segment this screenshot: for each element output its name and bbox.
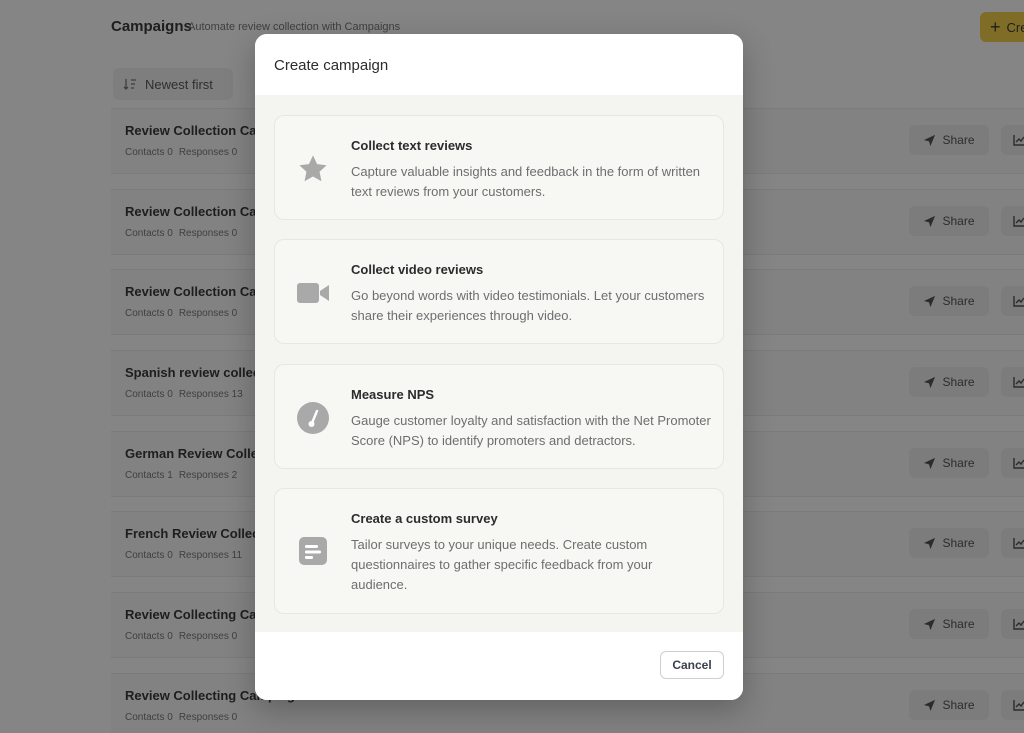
option-description: Gauge customer loyalty and satisfaction …	[351, 413, 711, 448]
modal-footer: Cancel	[255, 632, 743, 700]
option-description: Go beyond words with video testimonials.…	[351, 288, 705, 323]
gauge-icon	[296, 401, 330, 435]
option-collect-text-reviews[interactable]: Collect text reviews Capture valuable in…	[274, 115, 724, 220]
option-description: Tailor surveys to your unique needs. Cre…	[351, 537, 653, 592]
modal-header: Create campaign	[255, 34, 743, 95]
option-title: Collect text reviews	[351, 138, 473, 153]
option-description: Capture valuable insights and feedback i…	[351, 164, 701, 199]
cancel-button[interactable]: Cancel	[660, 651, 724, 679]
star-icon	[296, 152, 330, 186]
video-camera-icon	[296, 276, 330, 310]
option-title: Measure NPS	[351, 387, 435, 402]
option-measure-nps[interactable]: Measure NPS Gauge customer loyalty and s…	[274, 364, 724, 469]
campaigns-page: Campaigns Automate review collection wit…	[0, 0, 1024, 733]
survey-form-icon	[296, 534, 330, 568]
create-campaign-modal: Create campaign Collect text reviews Cap…	[255, 34, 743, 700]
modal-body: Collect text reviews Capture valuable in…	[255, 95, 743, 632]
option-title: Create a custom survey	[351, 511, 498, 526]
option-collect-video-reviews[interactable]: Collect video reviews Go beyond words wi…	[274, 239, 724, 344]
option-title: Collect video reviews	[351, 262, 484, 277]
modal-title: Create campaign	[274, 57, 389, 74]
option-create-custom-survey[interactable]: Create a custom survey Tailor surveys to…	[274, 488, 724, 614]
